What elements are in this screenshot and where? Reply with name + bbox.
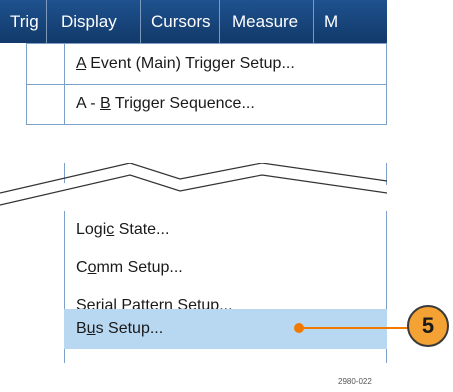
menu-item-a-event-trigger-setup[interactable]: A Event (Main) Trigger Setup... [64, 45, 387, 83]
divider [26, 124, 387, 125]
callout-leader-dot [294, 323, 304, 333]
menu-item-label: Comm Setup... [76, 259, 183, 276]
menu-item-label: Logic State... [76, 221, 170, 238]
divider [26, 43, 387, 44]
menu-item-logic-state[interactable]: Logic State... [64, 211, 387, 249]
callout-leader-line [299, 327, 409, 329]
menu-display[interactable]: Display [47, 0, 141, 43]
step-number: 5 [421, 313, 435, 338]
step-callout: 5 [407, 305, 449, 347]
menu-item-a-b-trigger-sequence[interactable]: A - B Trigger Sequence... [64, 85, 387, 123]
break-mark [0, 163, 387, 211]
menu-more[interactable]: M [314, 0, 338, 43]
menu-item-comm-setup[interactable]: Comm Setup... [64, 249, 387, 287]
menu-cursors[interactable]: Cursors [141, 0, 220, 43]
figure-id: 2980-022 [338, 377, 372, 386]
trigger-dropdown-menu: A Event (Main) Trigger Setup... A - B Tr… [0, 43, 387, 363]
menu-item-bus-setup[interactable]: Bus Setup... [64, 309, 387, 349]
menu-trig[interactable]: Trig [0, 0, 47, 43]
menu-item-label: A - B Trigger Sequence... [76, 95, 255, 112]
menu-measure[interactable]: Measure [220, 0, 314, 43]
menu-item-label: A Event (Main) Trigger Setup... [76, 55, 295, 72]
menu-item-label: Bus Setup... [76, 320, 164, 337]
menu-bar: Trig Display Cursors Measure M [0, 0, 387, 43]
